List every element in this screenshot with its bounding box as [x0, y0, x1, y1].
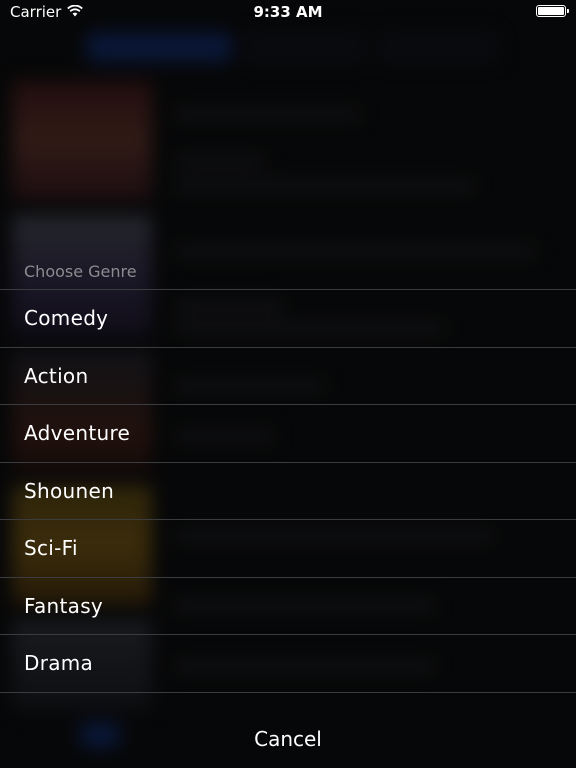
battery-fill	[538, 7, 564, 15]
action-sheet-title: Choose Genre	[0, 250, 576, 290]
genre-option-sci-fi[interactable]: Sci-Fi	[0, 520, 576, 578]
app-screen: Carrier 9:33 AM Choose Genre Comedy Acti…	[0, 0, 576, 768]
status-bar: Carrier 9:33 AM	[0, 0, 576, 22]
battery-icon	[536, 5, 569, 17]
genre-option-shounen[interactable]: Shounen	[0, 463, 576, 520]
genre-action-sheet: Choose Genre Comedy Action Adventure Sho…	[0, 250, 576, 693]
genre-option-adventure[interactable]: Adventure	[0, 405, 576, 463]
cancel-button[interactable]: Cancel	[0, 710, 576, 768]
genre-option-fantasy[interactable]: Fantasy	[0, 578, 576, 635]
genre-option-action[interactable]: Action	[0, 348, 576, 405]
status-time: 9:33 AM	[253, 3, 323, 21]
genre-option-comedy[interactable]: Comedy	[0, 290, 576, 348]
genre-option-drama[interactable]: Drama	[0, 635, 576, 693]
